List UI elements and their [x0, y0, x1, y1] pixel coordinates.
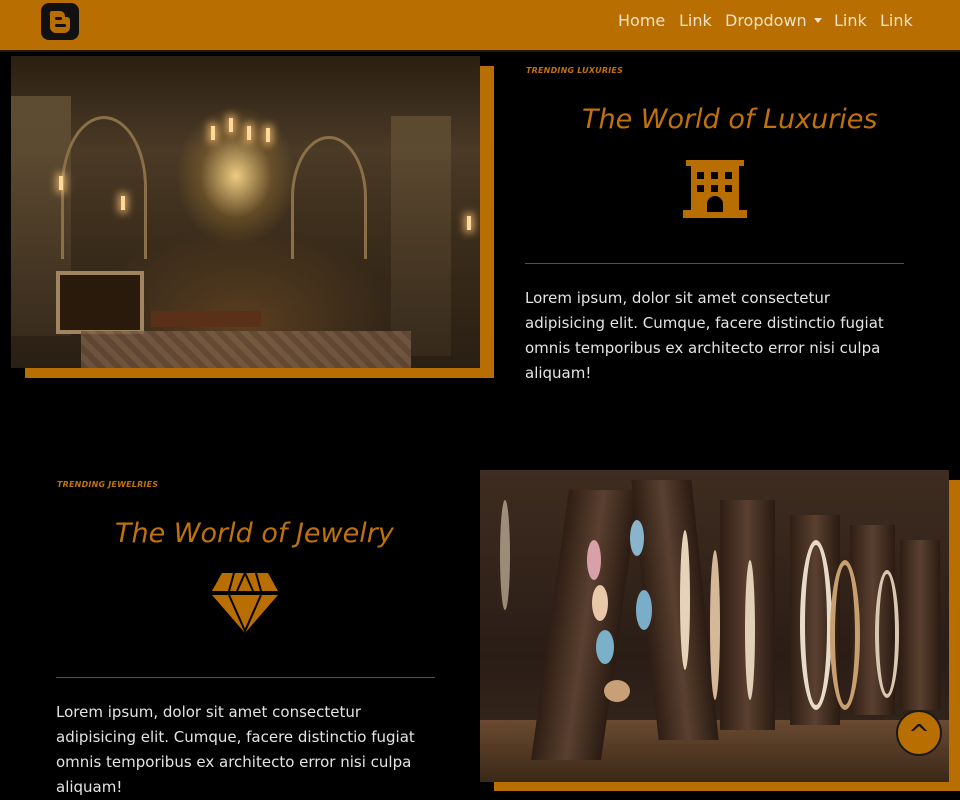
- section-text: Lorem ipsum, dolor sit amet consectetur …: [56, 703, 415, 796]
- jewelry-image: [480, 470, 949, 782]
- navbar: Home Link Dropdown Link Link: [0, 0, 960, 52]
- back-to-top-button[interactable]: ^: [896, 710, 942, 756]
- divider: [56, 677, 435, 678]
- section-title: The World of Jewelry: [115, 518, 394, 549]
- building-icon: [683, 160, 747, 222]
- nav-dropdown[interactable]: Dropdown: [725, 11, 822, 30]
- nav-dropdown-label: Dropdown: [725, 11, 807, 30]
- section-text: Lorem ipsum, dolor sit amet consectetur …: [525, 289, 884, 382]
- nav-link[interactable]: Link: [834, 11, 867, 30]
- section-label: TRENDING JEWELRIES: [57, 480, 159, 489]
- chevron-down-icon: [813, 18, 822, 23]
- diamond-icon: [212, 572, 278, 637]
- nav-link[interactable]: Link: [679, 11, 712, 30]
- divider: [525, 263, 904, 264]
- luxury-room-image: [11, 56, 480, 368]
- section-label: TRENDING LUXURIES: [526, 66, 624, 75]
- section-title: The World of Luxuries: [582, 104, 878, 135]
- nav-link-home[interactable]: Home: [618, 11, 665, 30]
- blogger-icon[interactable]: [41, 3, 79, 40]
- nav-link[interactable]: Link: [880, 11, 913, 30]
